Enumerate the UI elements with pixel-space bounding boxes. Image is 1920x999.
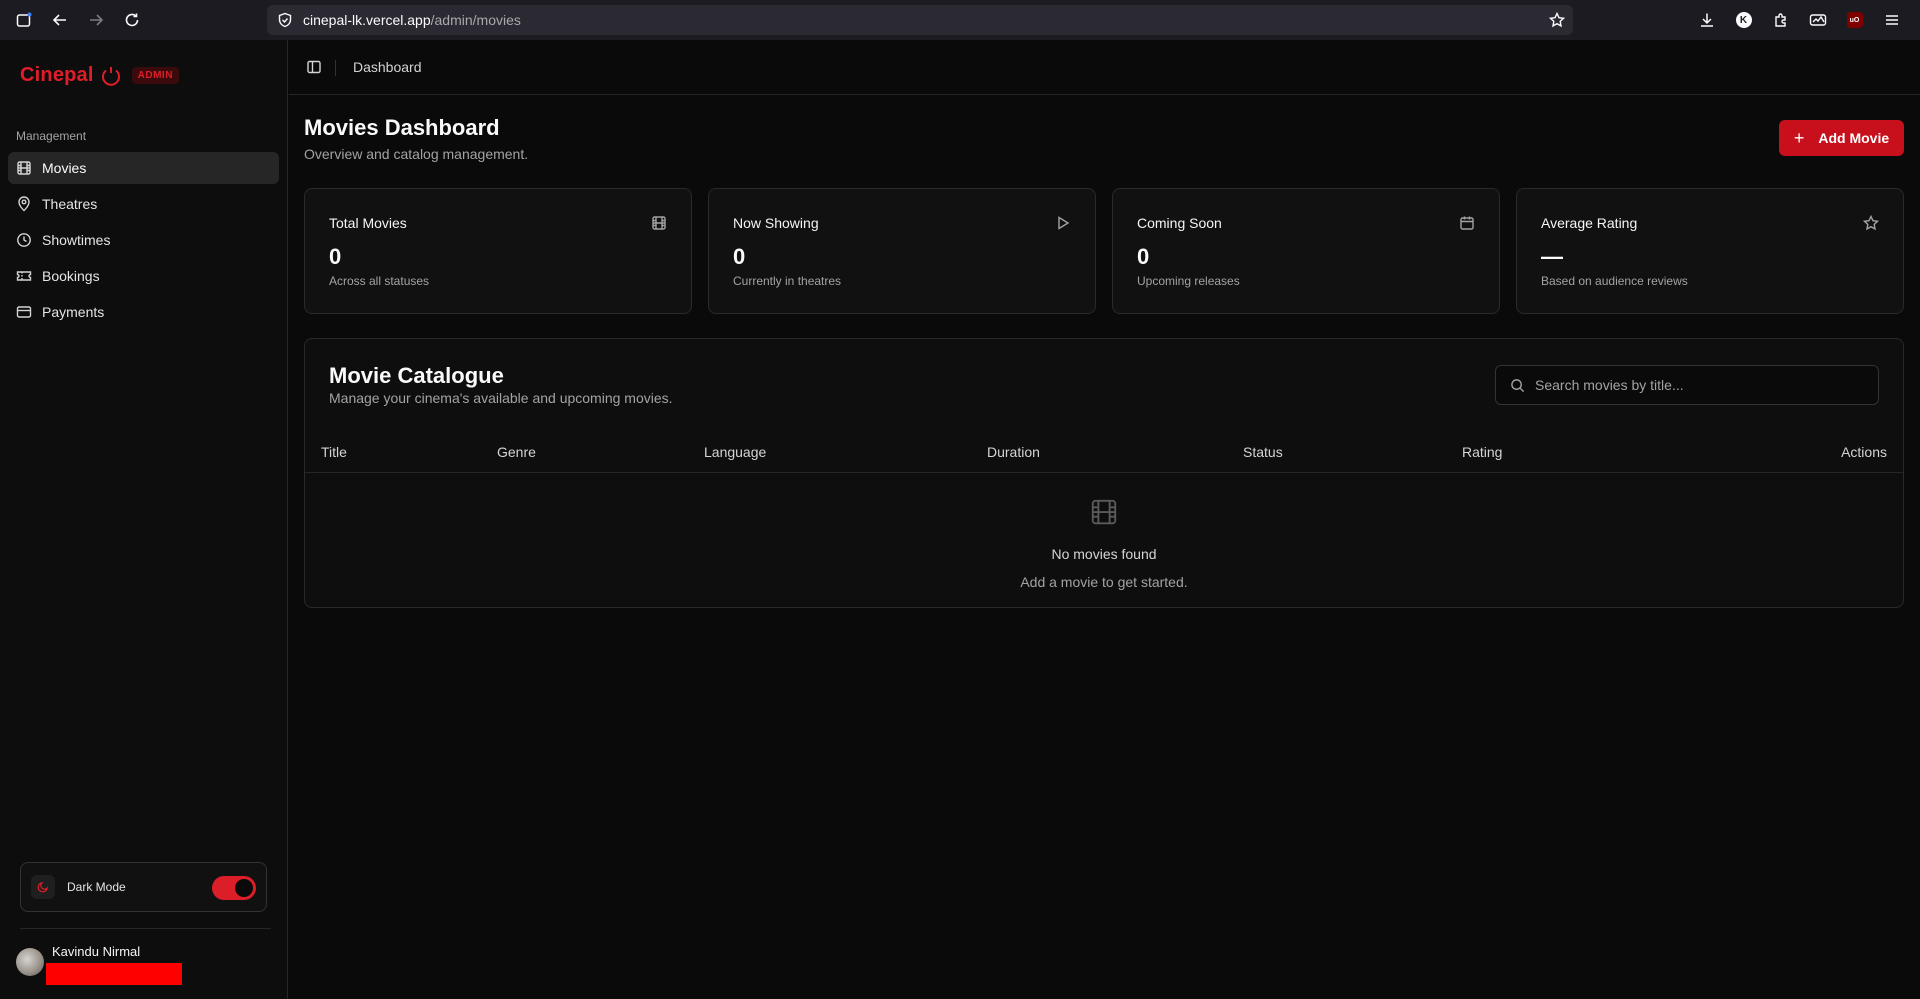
sidebar-item-label: Movies xyxy=(42,160,87,176)
toggle-knob xyxy=(235,879,253,897)
sidebar-item-payments[interactable]: Payments xyxy=(8,296,279,328)
credit-card-icon xyxy=(16,304,32,320)
account-avatar-letter: K xyxy=(1735,12,1752,28)
back-button[interactable] xyxy=(46,6,74,34)
sidebar-item-label: Theatres xyxy=(42,196,98,212)
forward-button[interactable] xyxy=(82,6,110,34)
browser-toolbar: cinepal-lk.vercel.app/admin/movies K uO xyxy=(0,0,1920,40)
page-title: Movies Dashboard xyxy=(304,115,500,140)
stat-description: Currently in theatres xyxy=(733,274,842,288)
shield-icon xyxy=(277,12,293,28)
stat-title: Coming Soon xyxy=(1137,215,1222,231)
reload-button[interactable] xyxy=(118,6,146,34)
stat-card-average-rating: Average Rating — Based on audience revie… xyxy=(1516,188,1904,314)
column-header-status[interactable]: Status xyxy=(1243,444,1283,460)
downloads-icon[interactable] xyxy=(1692,6,1721,34)
search-icon xyxy=(1510,378,1525,393)
sidebar-item-label: Bookings xyxy=(42,268,100,284)
film-icon xyxy=(16,160,32,176)
star-icon xyxy=(1863,215,1879,231)
column-header-language[interactable]: Language xyxy=(704,444,766,460)
browser-extension-icons: K uO xyxy=(1692,6,1906,34)
user-profile[interactable]: Kavindu Nirmal xyxy=(16,944,182,985)
stat-card-now-showing: Now Showing 0 Currently in theatres xyxy=(708,188,1096,314)
stat-title: Total Movies xyxy=(329,215,407,231)
user-name: Kavindu Nirmal xyxy=(52,944,141,959)
search-input[interactable] xyxy=(1535,377,1855,393)
film-icon xyxy=(651,215,667,231)
topbar-separator xyxy=(335,60,336,76)
brand-logo-icon xyxy=(100,65,122,87)
incognito-icon[interactable] xyxy=(1803,6,1832,34)
sidebar-item-movies[interactable]: Movies xyxy=(8,152,279,184)
table-header: Title Genre Language Duration Status Rat… xyxy=(305,431,1903,473)
sidebar-toggle-icon[interactable] xyxy=(306,59,322,75)
sidebar-item-label: Showtimes xyxy=(42,232,111,248)
brand[interactable]: Cinepal ADMIN xyxy=(20,64,179,87)
plus-icon: + xyxy=(1793,127,1805,148)
sidebar-item-theatres[interactable]: Theatres xyxy=(8,188,279,220)
dark-mode-label: Dark Mode xyxy=(67,880,126,894)
column-header-duration[interactable]: Duration xyxy=(987,444,1040,460)
add-movie-label: Add Movie xyxy=(1818,130,1890,146)
url-text: cinepal-lk.vercel.app/admin/movies xyxy=(303,12,521,28)
catalogue-title: Movie Catalogue xyxy=(329,363,504,388)
extensions-icon[interactable] xyxy=(1766,6,1795,34)
column-header-actions: Actions xyxy=(1841,444,1887,460)
play-icon xyxy=(1055,215,1071,231)
theme-toggle-card: Dark Mode xyxy=(20,862,267,912)
sidebar-item-bookings[interactable]: Bookings xyxy=(8,260,279,292)
brand-name: Cinepal xyxy=(20,64,94,86)
dark-mode-toggle[interactable] xyxy=(212,876,256,900)
empty-state-title: No movies found xyxy=(1051,546,1157,562)
column-header-title[interactable]: Title xyxy=(321,444,347,460)
stat-card-total-movies: Total Movies 0 Across all statuses xyxy=(304,188,692,314)
stat-value: 0 xyxy=(329,244,342,269)
menu-icon[interactable] xyxy=(1877,6,1906,34)
calendar-icon xyxy=(1459,215,1475,231)
user-info: Kavindu Nirmal xyxy=(46,944,182,985)
stat-value: 0 xyxy=(733,244,746,269)
stat-value: 0 xyxy=(1137,244,1150,269)
map-pin-icon xyxy=(16,196,32,212)
stat-title: Average Rating xyxy=(1541,215,1638,231)
redacted-email xyxy=(46,963,182,985)
stat-description: Based on audience reviews xyxy=(1541,274,1688,288)
bookmark-star-icon[interactable] xyxy=(1549,12,1565,28)
account-avatar[interactable]: K xyxy=(1729,6,1758,34)
ticket-icon xyxy=(16,268,32,284)
sidebar-group-label: Management xyxy=(16,129,87,143)
page-subtitle: Overview and catalog management. xyxy=(304,146,529,162)
breadcrumb: Dashboard xyxy=(353,59,422,75)
empty-state-subtitle: Add a movie to get started. xyxy=(1020,574,1188,590)
admin-badge: ADMIN xyxy=(131,67,179,84)
stat-description: Across all statuses xyxy=(329,274,430,288)
avatar xyxy=(16,948,44,976)
clock-icon xyxy=(16,232,32,248)
sidebar-menu: Movies Theatres Showtimes Bookings Payme… xyxy=(8,152,279,332)
sidebar-item-label: Payments xyxy=(42,304,105,320)
stat-card-coming-soon: Coming Soon 0 Upcoming releases xyxy=(1112,188,1500,314)
ublock-icon[interactable]: uO xyxy=(1840,6,1869,34)
stat-title: Now Showing xyxy=(733,215,819,231)
movie-catalogue-card: Movie Catalogue Manage your cinema's ava… xyxy=(304,338,1904,608)
add-movie-button[interactable]: + Add Movie xyxy=(1779,120,1904,156)
ublock-icon-label: uO xyxy=(1846,12,1863,28)
sidebar: Cinepal ADMIN Management Movies Theatres… xyxy=(0,40,288,999)
sidebar-item-showtimes[interactable]: Showtimes xyxy=(8,224,279,256)
search-box xyxy=(1495,365,1879,405)
moon-icon xyxy=(31,875,55,899)
column-header-genre[interactable]: Genre xyxy=(497,444,536,460)
stat-value: — xyxy=(1541,244,1563,269)
column-header-rating[interactable]: Rating xyxy=(1462,444,1502,460)
topbar: Dashboard xyxy=(289,40,1920,95)
sidebar-divider xyxy=(20,928,271,929)
film-icon xyxy=(1089,497,1119,527)
catalogue-subtitle: Manage your cinema's available and upcom… xyxy=(329,390,673,406)
address-bar[interactable]: cinepal-lk.vercel.app/admin/movies xyxy=(267,5,1573,35)
stat-description: Upcoming releases xyxy=(1137,274,1240,288)
sidebar-tabs-icon[interactable] xyxy=(10,6,38,34)
